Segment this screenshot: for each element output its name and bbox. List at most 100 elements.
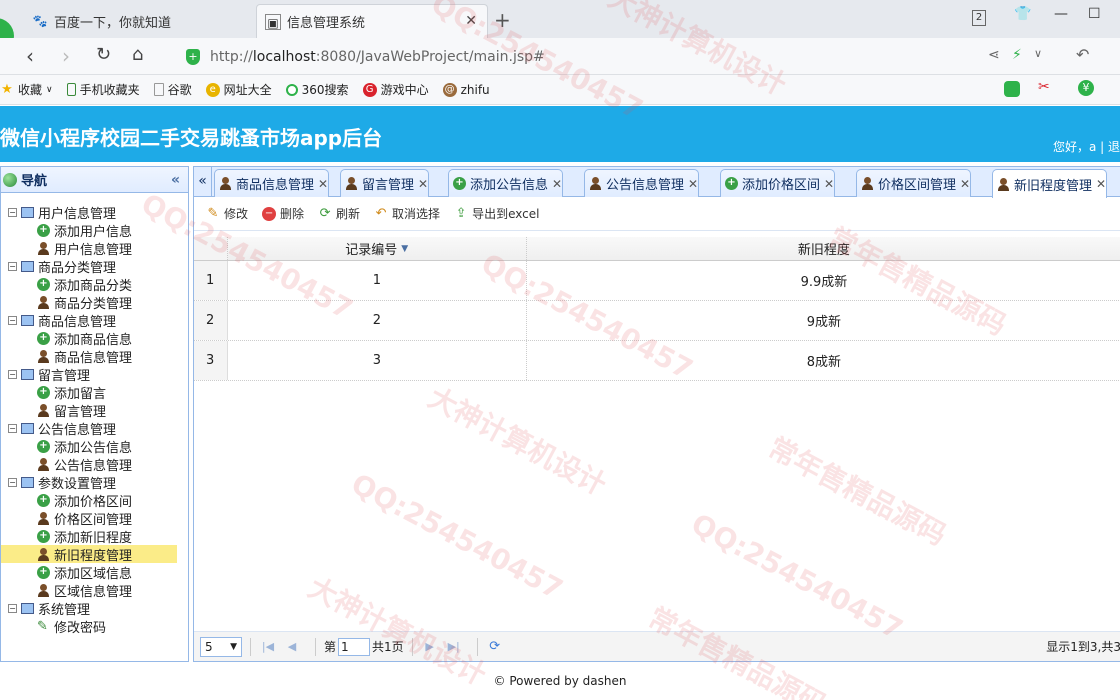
collapse-icon[interactable]: « [171,172,180,188]
nav-item-price-range-manage[interactable]: 价格区间管理 [1,509,188,528]
tab-price-range-manage[interactable]: 价格区间管理 ✕ [856,169,972,197]
nav-item-goods-manage[interactable]: 商品信息管理 [1,347,188,366]
minus-icon[interactable]: − [8,603,17,613]
close-icon[interactable]: ✕ [1096,177,1106,191]
nav-item-add-goods[interactable]: + 添加商品信息 [1,329,188,348]
bookmark-hao[interactable]: e 网址大全 [205,81,272,98]
home-icon[interactable]: ⌂ [132,44,143,65]
add-icon: + [37,529,50,543]
nav-group-system[interactable]: − 系统管理 [1,599,188,618]
separator [476,637,478,656]
nav-item-condition-manage[interactable]: 新旧程度管理 [1,545,177,564]
nav-item-add-category[interactable]: + 添加商品分类 [1,275,188,294]
tab-add-notice[interactable]: + 添加公告信息 ✕ [448,169,564,197]
column-header-record-id[interactable]: 记录编号 ▼ [228,237,527,260]
nav-group-category[interactable]: − 商品分类管理 [1,257,188,276]
cancel-select-button[interactable]: ↶ 取消选择 [374,205,440,222]
nav-item-category-manage[interactable]: 商品分类管理 [1,293,188,312]
flash-icon[interactable]: ⚡ [1012,47,1022,63]
table-row[interactable]: 1 1 9.9成新 [194,261,1120,301]
nav-item-add-message[interactable]: + 添加留言 [1,383,188,402]
url-rest: :8080/JavaWebProject/main.jsp# [315,49,545,65]
nav-item-add-condition[interactable]: + 添加新旧程度 [1,527,188,546]
close-icon[interactable]: ✕ [688,177,698,191]
tab-message-manage[interactable]: 留言管理 ✕ [340,169,430,197]
user-icon [345,177,358,190]
minus-icon[interactable]: − [8,423,17,433]
bookmark-google[interactable]: 谷歌 [153,81,192,98]
bookmark-games[interactable]: G 游戏中心 [362,81,429,98]
nav-header: 导航 « [1,167,188,193]
nav-group-message[interactable]: − 留言管理 [1,365,188,384]
nav-item-add-notice[interactable]: + 添加公告信息 [1,437,188,456]
minus-icon[interactable]: − [8,261,17,271]
edit-button[interactable]: ✎ 修改 [206,205,248,222]
shirt-icon[interactable]: 👕 [1014,6,1031,22]
tab-count-badge[interactable]: 2 [972,10,986,26]
minus-icon[interactable]: − [8,315,17,325]
browser-tab-bar: 🐾 百度一下，你就知道 ▣ 信息管理系统 ✕ + 2 👕 — ☐ [0,0,1120,54]
page-size-select[interactable]: 5 ▼ [200,636,242,657]
back-icon[interactable]: ‹ [26,44,34,68]
refresh-button[interactable]: ⟳ 刷新 [318,205,360,222]
nav-item-change-password[interactable]: ✎ 修改密码 [1,617,188,636]
scissors-icon[interactable]: ✂ [1038,79,1050,95]
refresh-icon[interactable]: ⟳ [486,639,504,654]
user-greeting[interactable]: 您好，a | 退 [1053,138,1120,155]
close-icon[interactable]: ✕ [960,177,970,191]
nav-group-user[interactable]: − 用户信息管理 [1,203,188,222]
undo-icon[interactable]: ↶ [1076,45,1089,64]
minus-icon[interactable]: − [8,477,17,487]
browser-tab-baidu[interactable]: 🐾 百度一下，你就知道 [24,4,254,38]
tab-add-price-range[interactable]: + 添加价格区间 ✕ [720,169,836,197]
nav-item-message-manage[interactable]: 留言管理 [1,401,188,420]
nav-item-add-user[interactable]: + 添加用户信息 [1,221,188,240]
bookmark-360[interactable]: 360搜索 [285,81,349,98]
nav-group-params[interactable]: − 参数设置管理 [1,473,188,492]
tab-goods-manage[interactable]: 商品信息管理 ✕ [214,169,330,197]
close-icon[interactable]: ✕ [824,177,834,191]
bookmark-zhifu[interactable]: @ zhifu [442,82,490,97]
yen-icon[interactable]: ¥ [1078,80,1094,96]
browser-tab-active[interactable]: ▣ 信息管理系统 ✕ [256,4,488,38]
forward-icon[interactable]: › [62,44,70,68]
first-page-icon[interactable]: |◀ [259,640,277,653]
dropdown-arrow-icon: ▼ [230,641,237,652]
tab-condition-manage[interactable]: 新旧程度管理 ✕ [992,169,1108,198]
column-header-condition[interactable]: 新旧程度 [527,237,1120,260]
next-page-icon[interactable]: ▶ [421,640,439,653]
prev-page-icon[interactable]: ◀ [283,640,301,653]
url-field[interactable]: + http://localhost:8080/JavaWebProject/m… [186,44,976,70]
table-row[interactable]: 3 3 8成新 [194,341,1120,381]
delete-button[interactable]: − 删除 [262,205,304,222]
minus-icon[interactable]: − [8,207,17,217]
nav-item-area-manage[interactable]: 区域信息管理 [1,581,188,600]
bookmark-favorites[interactable]: ★ 收藏 ∨ [0,81,52,98]
close-icon[interactable]: ✕ [552,177,562,191]
tab-notice-manage[interactable]: 公告信息管理 ✕ [584,169,700,197]
nav-group-notice[interactable]: − 公告信息管理 [1,419,188,438]
nav-item-add-price-range[interactable]: + 添加价格区间 [1,491,188,510]
tabs-scroll-left-icon[interactable]: « [194,167,212,196]
page-number-input[interactable]: 1 [338,637,371,656]
nav-item-notice-manage[interactable]: 公告信息管理 [1,455,188,474]
minus-icon[interactable]: − [8,369,17,379]
nav-group-goods[interactable]: − 商品信息管理 [1,311,188,330]
minimize-icon[interactable]: — [1054,6,1068,22]
bookmark-mobile[interactable]: 手机收藏夹 [66,81,140,98]
nav-item-add-area[interactable]: + 添加区域信息 [1,563,188,582]
last-page-icon[interactable]: ▶| [445,640,463,653]
share-icon[interactable]: ⋖ [988,47,1000,63]
close-icon[interactable]: ✕ [418,177,428,191]
extension-icon[interactable] [1004,81,1020,97]
table-row[interactable]: 2 2 9成新 [194,301,1120,341]
nav-item-user-manage[interactable]: 用户信息管理 [1,239,188,258]
close-icon[interactable]: ✕ [318,177,328,191]
new-tab-icon[interactable]: + [494,8,511,32]
maximize-icon[interactable]: ☐ [1088,6,1101,22]
add-icon: + [37,493,50,507]
close-tab-icon[interactable]: ✕ [465,13,477,29]
chevron-down-icon[interactable]: ∨ [1034,47,1042,60]
reload-icon[interactable]: ↻ [96,44,111,65]
export-excel-button[interactable]: ⇪ 导出到excel [454,205,540,222]
